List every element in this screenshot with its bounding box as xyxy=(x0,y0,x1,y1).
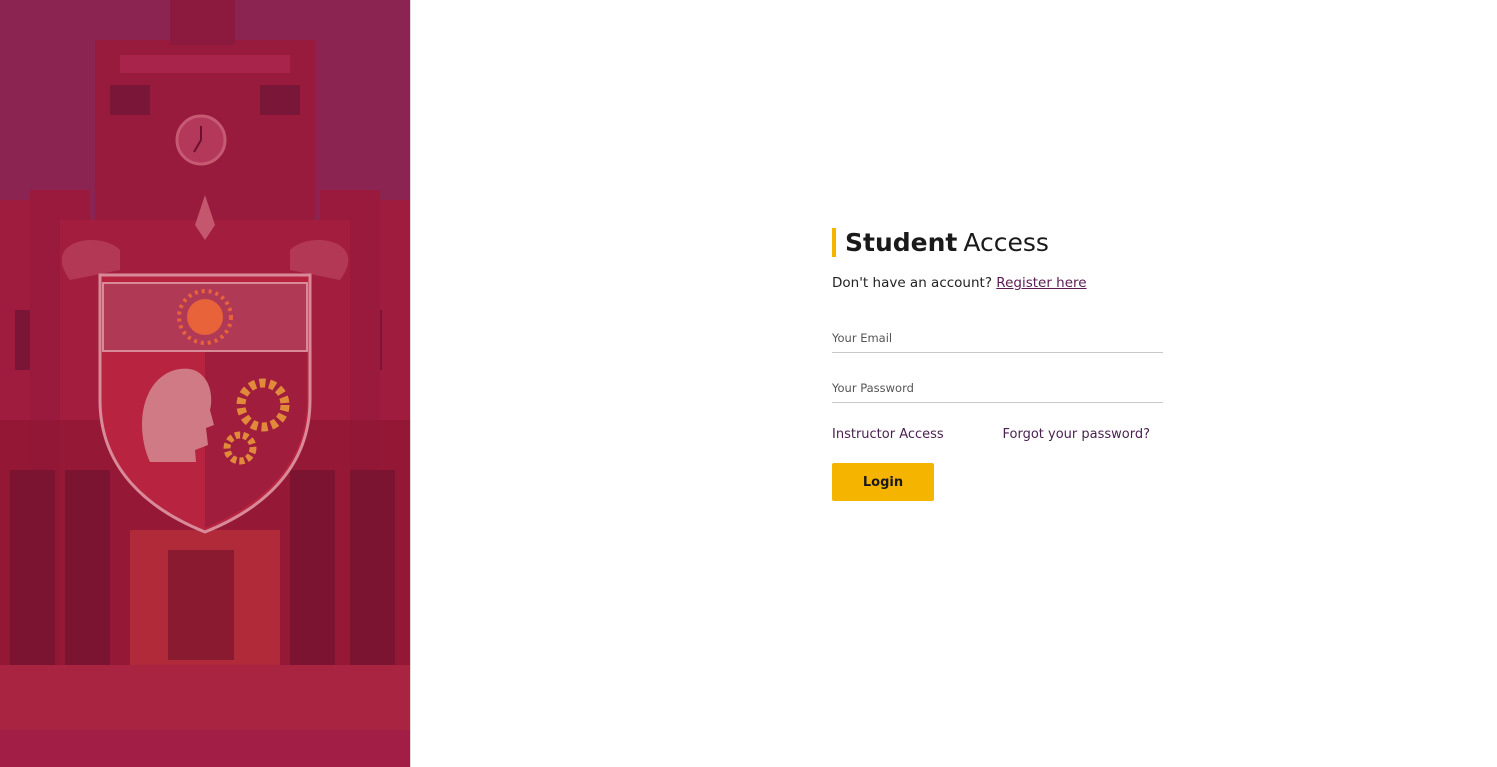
login-button[interactable]: Login xyxy=(832,463,934,501)
auth-links: Instructor Access Forgot your password? xyxy=(832,427,1163,442)
login-form: Student Access Don't have an account? Re… xyxy=(832,228,1163,501)
email-input[interactable] xyxy=(832,331,1163,353)
email-field xyxy=(832,327,1163,353)
register-link[interactable]: Register here xyxy=(996,275,1086,291)
university-building-image xyxy=(0,0,410,767)
forgot-password-link[interactable]: Forgot your password? xyxy=(1002,427,1150,442)
title-bold: Student xyxy=(845,228,958,257)
password-input[interactable] xyxy=(832,381,1163,403)
hero-image-panel xyxy=(0,0,411,767)
instructor-access-link[interactable]: Instructor Access xyxy=(832,427,944,442)
title-light: Access xyxy=(963,228,1049,257)
page-title: Student Access xyxy=(832,228,1163,257)
register-prompt: Don't have an account? Register here xyxy=(832,275,1163,291)
password-field xyxy=(832,377,1163,403)
register-prompt-text: Don't have an account? xyxy=(832,275,992,291)
